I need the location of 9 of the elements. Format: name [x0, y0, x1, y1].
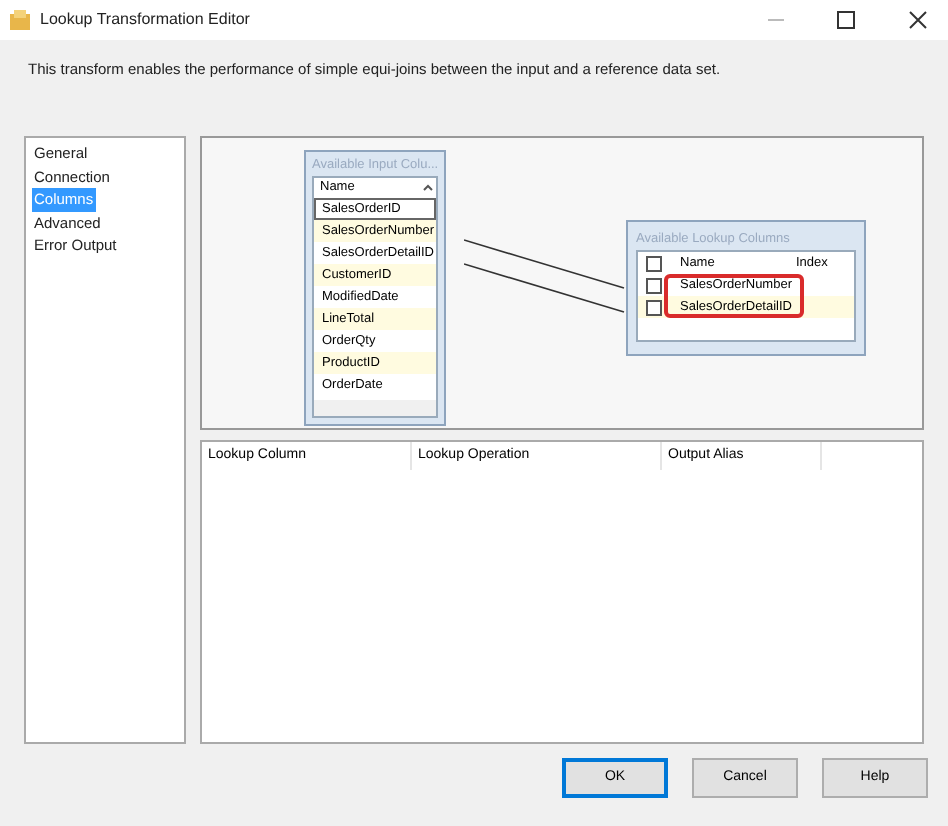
checkbox[interactable]: [646, 277, 662, 293]
maximize-icon[interactable]: [836, 10, 856, 30]
checkbox[interactable]: [646, 255, 662, 271]
app-icon: [8, 8, 32, 32]
close-icon[interactable]: [908, 10, 928, 30]
checkbox[interactable]: [646, 299, 662, 315]
highlight-outline: [664, 274, 804, 318]
horizontal-scrollbar[interactable]: [314, 400, 436, 416]
window-title: Lookup Transformation Editor: [40, 8, 250, 32]
